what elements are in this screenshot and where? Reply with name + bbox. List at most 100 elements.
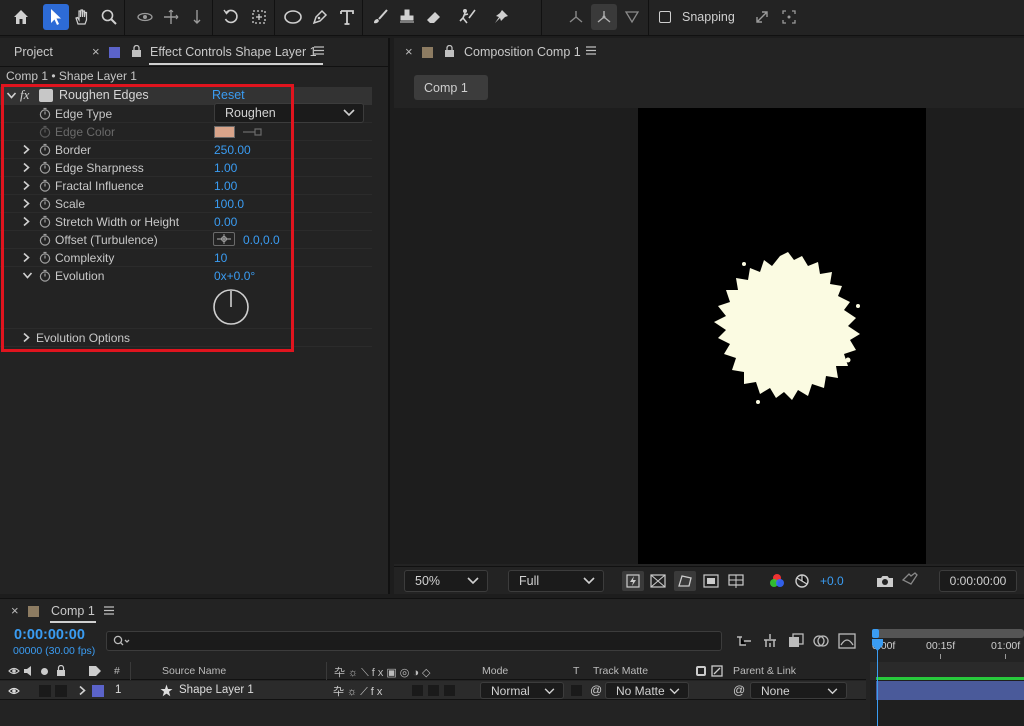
mode-dropdown[interactable]: Normal (480, 682, 564, 699)
zoom-dropdown[interactable]: 50% (404, 570, 488, 592)
work-area-bar[interactable] (876, 629, 1024, 638)
work-area-start-handle[interactable] (872, 629, 879, 638)
parent-dropdown[interactable]: None (750, 682, 847, 699)
audio-icon[interactable] (23, 665, 35, 677)
switch-box[interactable] (412, 685, 423, 696)
current-time[interactable]: 0:00:00:00 (14, 627, 85, 643)
tab-composition[interactable]: Composition Comp 1 (464, 38, 581, 66)
track-matte-value: No Matte (616, 683, 665, 698)
chevron-down-icon (544, 688, 555, 695)
eraser-tool-icon[interactable] (421, 4, 447, 30)
grid-guides-icon[interactable] (728, 573, 744, 589)
layer-name[interactable]: Shape Layer 1 (179, 684, 254, 696)
comp-subtab[interactable]: Comp 1 (414, 75, 488, 100)
axis-view-icon[interactable] (619, 4, 645, 30)
chevron-right-icon[interactable] (78, 685, 87, 696)
channel-color-icon[interactable] (769, 573, 785, 589)
roto-brush-icon[interactable] (455, 4, 481, 30)
motion-blur-icon[interactable] (813, 633, 829, 649)
col-parent-link: Parent & Link (733, 665, 797, 677)
pan-behind-icon[interactable] (246, 4, 272, 30)
clone-stamp-icon[interactable] (394, 4, 420, 30)
lock-icon[interactable] (56, 665, 66, 677)
snap-expand-icon[interactable] (749, 4, 775, 30)
comp-canvas[interactable] (638, 108, 926, 564)
orbit-camera-icon[interactable] (132, 4, 158, 30)
snapping-checkbox[interactable] (659, 11, 671, 23)
solo-toggle[interactable] (39, 685, 51, 697)
switch-box[interactable] (444, 685, 455, 696)
region-of-interest-icon[interactable] (703, 574, 719, 588)
exposure-value[interactable]: +0.0 (820, 574, 844, 588)
parent-pickwhip-icon[interactable]: @ (733, 683, 745, 697)
snapshot-camera-icon[interactable] (876, 573, 894, 589)
show-snapshot-icon[interactable] (901, 572, 919, 588)
panel-menu-icon[interactable] (585, 45, 597, 56)
dolly-camera-icon[interactable] (184, 4, 210, 30)
playhead[interactable] (877, 639, 878, 726)
axis-world-icon[interactable] (591, 4, 617, 30)
pen-tool-icon[interactable] (307, 4, 333, 30)
solo-icon[interactable] (41, 668, 48, 675)
close-icon[interactable]: × (92, 44, 100, 59)
viewer-timecode[interactable]: 0:00:00:00 (939, 570, 1017, 592)
panel-menu-icon[interactable] (313, 45, 325, 56)
track-matte-dropdown[interactable]: No Matte (605, 682, 689, 699)
lock-icon[interactable] (444, 45, 455, 57)
resolution-dropdown[interactable]: Full (508, 570, 604, 592)
close-icon[interactable]: × (11, 603, 19, 618)
timeline-tracks[interactable] (870, 662, 1024, 726)
tab-timeline-comp[interactable]: Comp 1 (51, 599, 95, 623)
layer-bar[interactable] (876, 681, 1024, 700)
col-track-matte: Track Matte (593, 665, 649, 677)
comp-flowchart-icon[interactable] (736, 634, 752, 648)
zoom-tool-icon[interactable] (96, 4, 122, 30)
close-icon[interactable]: × (405, 44, 413, 59)
toolbar: Snapping (0, 0, 1024, 36)
layer-label-color[interactable] (92, 685, 104, 697)
layer-row[interactable]: 1 Shape Layer 1 卆☼⟋fx Normal @ No Matte … (0, 681, 866, 700)
tab-project[interactable]: Project (14, 38, 53, 66)
switch-box[interactable] (428, 685, 439, 696)
composition-panel: × Composition Comp 1 Comp 1 50% Full +0.… (394, 38, 1024, 594)
eye-icon[interactable] (8, 686, 20, 696)
graph-editor-icon[interactable] (838, 633, 856, 649)
draft-3d-icon[interactable] (762, 633, 778, 649)
panel-menu-icon[interactable] (103, 605, 115, 616)
rotation-tool-icon[interactable] (218, 4, 244, 30)
ellipse-tool-icon[interactable] (280, 4, 306, 30)
viewer-area[interactable] (394, 108, 1024, 564)
lock-icon[interactable] (131, 45, 142, 57)
axis-local-icon[interactable] (563, 4, 589, 30)
fast-previews-icon[interactable] (622, 571, 644, 591)
playhead-handle[interactable] (872, 639, 883, 651)
search-input[interactable] (106, 631, 722, 651)
preserve-transparency-toggle[interactable] (571, 685, 582, 696)
resolution-value: Full (519, 574, 540, 588)
type-tool-icon[interactable] (334, 4, 360, 30)
time-ruler[interactable]: 0:00f 00:15f 01:00f (870, 629, 1024, 659)
render-bar (876, 677, 1024, 680)
lock-toggle[interactable] (55, 685, 67, 697)
pan-camera-icon[interactable] (158, 4, 184, 30)
selection-tool-icon[interactable] (43, 4, 69, 30)
puppet-pin-icon[interactable] (488, 4, 514, 30)
hand-tool-icon[interactable] (69, 4, 95, 30)
snapping-label: Snapping (682, 10, 735, 24)
pickwhip-icon[interactable]: @ (590, 683, 602, 697)
home-icon[interactable] (8, 4, 34, 30)
tab-effect-controls[interactable]: Effect Controls Shape Layer 1 (150, 38, 317, 66)
label-tag-icon[interactable] (88, 665, 102, 677)
frame-blending-icon[interactable] (788, 633, 804, 649)
comp-color-swatch (28, 606, 39, 617)
layer-switches[interactable]: 卆☼⟋fx (333, 683, 385, 699)
tab-project-label: Project (14, 45, 53, 59)
transparency-grid-icon[interactable] (650, 574, 666, 588)
zoom-value: 50% (415, 574, 441, 588)
snap-target-icon[interactable] (776, 4, 802, 30)
brush-tool-icon[interactable] (367, 4, 393, 30)
eye-icon[interactable] (8, 666, 20, 676)
mask-path-icon[interactable] (674, 571, 696, 591)
exposure-reset-icon[interactable] (794, 573, 810, 589)
col-source-name[interactable]: Source Name (162, 665, 226, 677)
